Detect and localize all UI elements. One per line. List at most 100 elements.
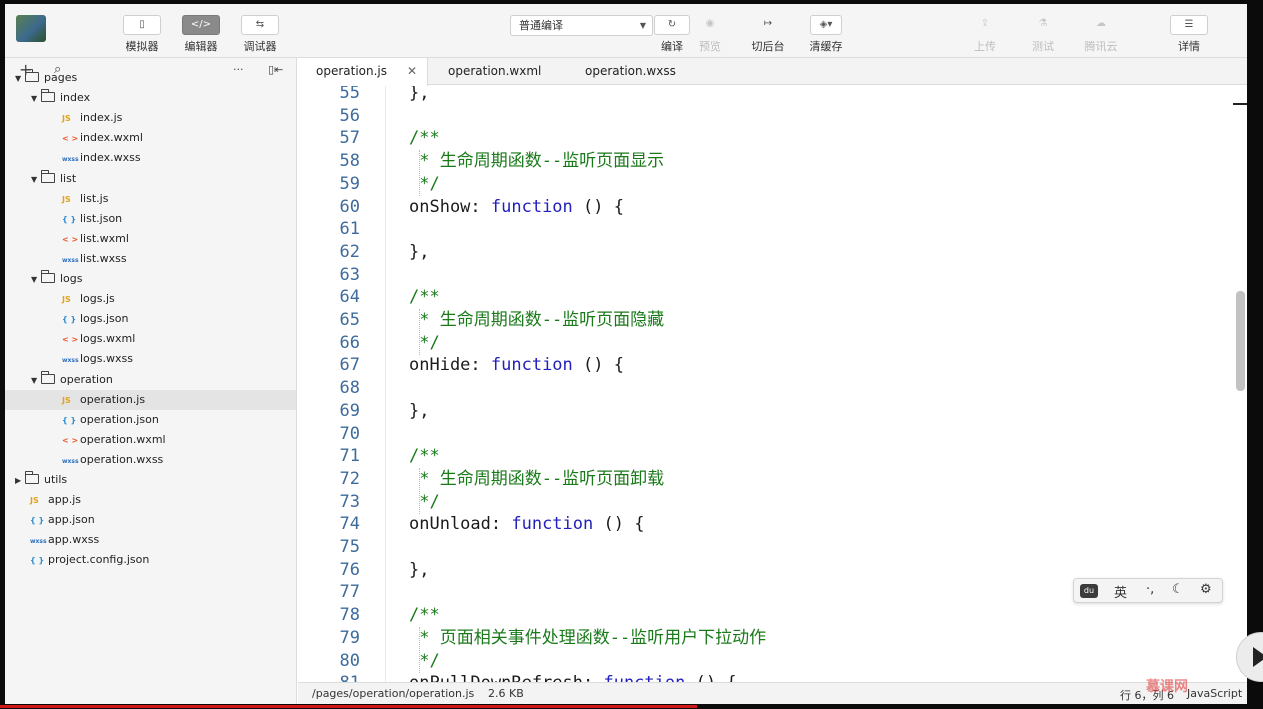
preview-button[interactable]: ◉ 预览 [688,15,732,54]
tree-item[interactable]: JS logs.js [5,289,296,309]
tree-item-label: app.js [48,493,81,507]
phone-icon: ▯ [123,15,161,35]
tree-item[interactable]: wxssindex.wxss [5,148,296,168]
vertical-scrollbar[interactable] [1236,291,1245,391]
tree-item-label: index [60,91,91,105]
line-number: 63 [339,264,360,285]
flask-icon: ⚗ [1038,18,1048,29]
debugger-button[interactable]: ⇆ 调试器 [238,15,282,54]
editor-button[interactable]: </> 编辑器 [179,15,223,54]
json-file-icon: { } [30,556,45,566]
tree-item[interactable]: JS operation.js [5,389,296,410]
file-path: /pages/operation/operation.js [312,687,475,700]
video-progress-bar[interactable] [0,705,697,708]
background-button[interactable]: ↦ 切后台 [746,15,790,54]
tree-item[interactable]: < > operation.wxml [5,430,296,450]
tree-item-label: logs [60,272,83,285]
compile-mode-select[interactable]: 普通编译 ▼ [510,15,653,36]
tree-item[interactable]: JS list.js [5,189,296,209]
json-file-icon: { } [62,214,77,224]
keyword: function [490,196,573,217]
line-number: 78 [339,605,360,626]
tree-item-label: list.wxml [80,231,129,245]
tree-item-label: pages [44,71,78,84]
tencent-cloud-button[interactable]: ☁ 腾讯云 [1079,15,1123,54]
tree-item[interactable]: { } list.json [5,209,296,229]
indent-guide [419,309,420,355]
indent-guide [419,150,420,197]
watermark-logo: 慕课网 [1146,679,1188,695]
tree-item-label: operation.js [80,392,146,406]
line-number: 79 [339,627,360,648]
tree-item[interactable]: { } operation.json [5,410,296,430]
tree-item[interactable]: ▼ pages [5,68,296,88]
tab-operation-wxss[interactable]: operation.wxss [567,58,702,85]
language-mode[interactable]: JavaScript [1187,687,1242,700]
ime-language-toggle[interactable]: 英 [1114,582,1127,601]
chevron-right-icon[interactable]: ▶ [15,471,25,491]
tree-item[interactable]: ▼ logs [5,269,296,289]
tree-item[interactable]: wxsslogs.wxss [5,349,296,369]
simulator-button[interactable]: ▯ 模拟器 [120,15,164,54]
moon-icon[interactable]: ☾ [1172,582,1184,597]
tree-item[interactable]: < > logs.wxml [5,329,296,349]
ime-toolbar[interactable]: du 英 ·, ☾ ⚙ [1073,578,1223,603]
line-number: 80 [339,650,360,671]
ime-logo-icon[interactable]: du [1080,584,1098,598]
clear-cache-button[interactable]: ◈▾ 清缓存 [804,15,848,54]
chevron-down-icon[interactable]: ▼ [31,270,41,290]
tree-item[interactable]: < > index.wxml [5,128,296,148]
json-file-icon: { } [62,315,77,325]
chevron-down-icon[interactable]: ▼ [15,69,25,89]
chevron-down-icon[interactable]: ▼ [31,170,41,190]
code-line: * 生命周期函数--监听页面卸载 [409,468,665,489]
line-number: 64 [339,287,360,308]
tree-item[interactable]: < > list.wxml [5,229,296,249]
details-button[interactable]: ☰ 详情 [1167,15,1211,54]
tree-item[interactable]: ▶ utils [5,470,296,490]
line-number: 76 [339,559,360,580]
avatar[interactable] [16,15,46,42]
code-line: onShow: function () { [409,196,624,217]
keyword: function [490,355,573,376]
code-line: */ [409,332,440,353]
tree-item-label: logs.wxss [80,352,133,366]
devtools-window: ▯ 模拟器 </> 编辑器 ⇆ 调试器 普通编译 ▼ ↻ 编译 ◉ 预览 ↦ 切… [5,4,1247,704]
wxml-file-icon: < > [62,134,79,144]
line-number: 72 [339,468,360,489]
tree-item-label: list.json [80,211,123,225]
chevron-down-icon[interactable]: ▼ [31,89,41,109]
line-number: 77 [339,582,360,603]
upload-button[interactable]: ⇪ 上传 [963,15,1007,54]
tree-item[interactable]: wxssapp.wxss [5,530,296,550]
tree-item[interactable]: { } app.json [5,510,296,530]
keyword: function [603,673,685,682]
js-file-icon: JS [62,114,71,124]
tree-item[interactable]: { } project.config.json [5,550,296,570]
tab-operation-js[interactable]: operation.js ✕ [298,58,428,86]
cloud-icon: ☁ [1096,18,1106,29]
tree-item[interactable]: wxssoperation.wxss [5,450,296,470]
swap-icon: ⇆ [241,15,279,35]
chevron-down-icon[interactable]: ▼ [31,371,41,391]
test-button[interactable]: ⚗ 测试 [1021,15,1065,54]
close-icon[interactable]: ✕ [407,58,417,85]
punctuation-icon[interactable]: ·, [1146,582,1154,597]
tree-item[interactable]: ▼ list [5,169,296,189]
js-file-icon: JS [62,295,71,305]
wxml-file-icon: < > [62,335,79,345]
tree-item[interactable]: ▼ operation [5,370,296,390]
code-line: onPullDownRefresh: function () { [409,672,737,682]
gear-icon[interactable]: ⚙ [1200,582,1212,597]
json-file-icon: { } [30,516,45,526]
folder-icon [25,69,39,82]
tab-operation-wxml[interactable]: operation.wxml [430,58,565,85]
tree-item[interactable]: wxsslist.wxss [5,249,296,269]
tree-item[interactable]: ▼ index [5,88,296,108]
tree-item[interactable]: JS app.js [5,490,296,510]
wxss-file-icon: wxss [62,357,79,365]
tree-item[interactable]: { } logs.json [5,309,296,329]
line-number: 74 [339,514,360,535]
js-file-icon: JS [30,496,39,506]
tree-item[interactable]: JS index.js [5,108,296,128]
